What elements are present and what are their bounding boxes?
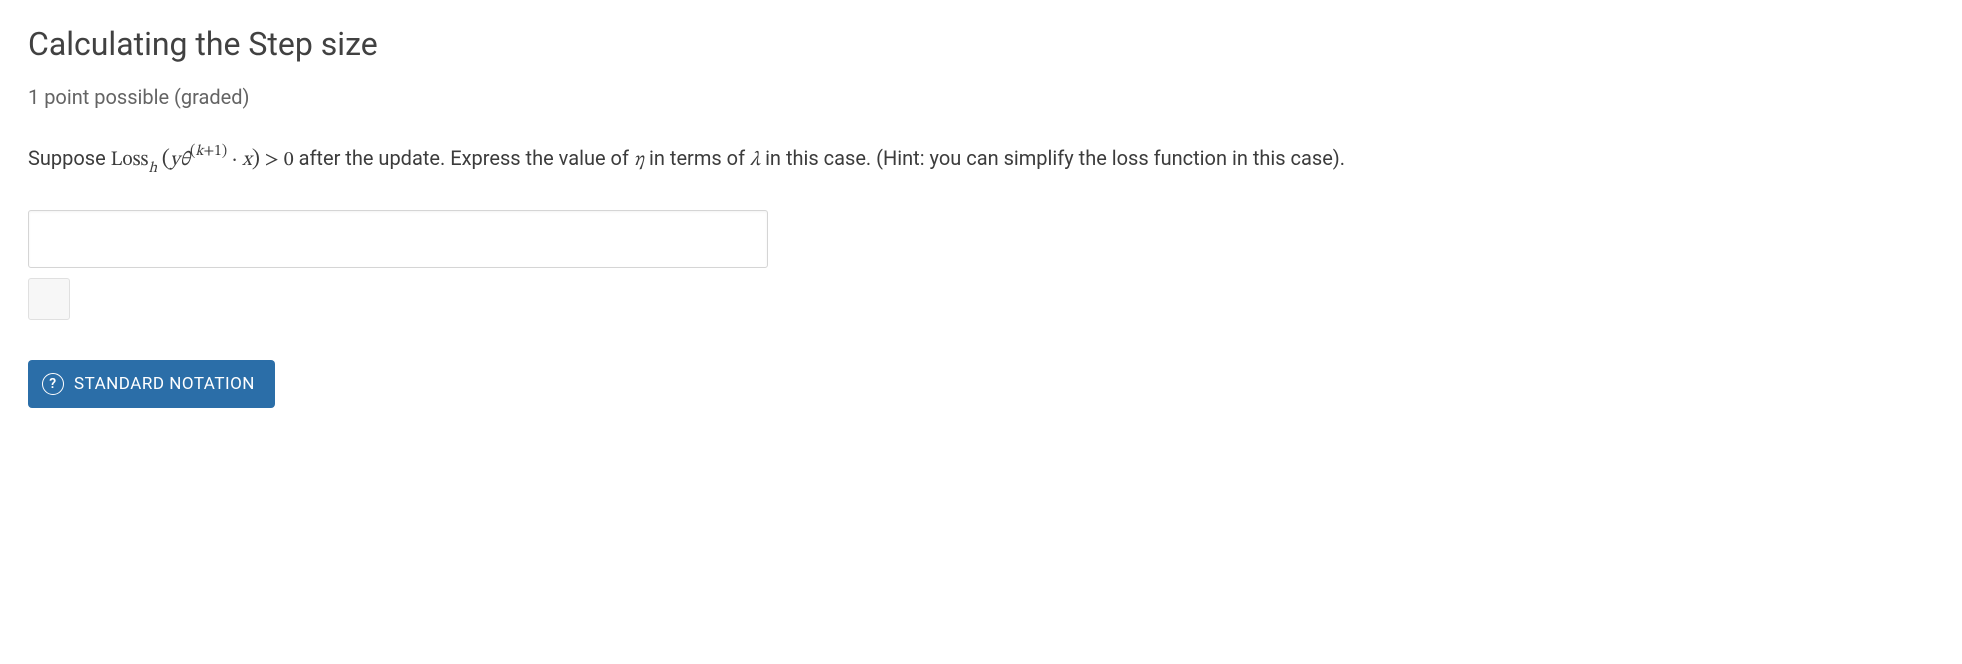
dot-operator: · [227, 150, 242, 170]
loss-subscript: h [148, 161, 157, 176]
standard-notation-button[interactable]: ? STANDARD NOTATION [28, 360, 275, 408]
var-theta: θ [180, 150, 190, 170]
var-y: y [170, 150, 180, 170]
theta-superscript: (k+1) [190, 144, 227, 159]
help-icon: ? [42, 373, 64, 395]
math-expression: Lossh (yθ(k+1) · x) > 0 [111, 150, 294, 170]
question-text: Suppose Lossh (yθ(k+1) · x) > 0 after th… [28, 142, 1934, 178]
question-prefix: Suppose [28, 146, 111, 170]
gt-zero: > 0 [260, 150, 294, 170]
notation-button-label: STANDARD NOTATION [74, 374, 255, 394]
page-title: Calculating the Step size [28, 20, 1934, 68]
answer-input[interactable] [28, 210, 768, 268]
points-label: 1 point possible (graded) [28, 82, 1934, 112]
question-suffix: in this case. (Hint: you can simplify th… [760, 146, 1345, 170]
var-x: x [242, 150, 252, 170]
question-mid2: in terms of [644, 146, 750, 170]
open-paren: ( [162, 148, 170, 171]
var-lambda: λ [750, 150, 760, 170]
question-mid1: after the update. Express the value of [294, 146, 634, 170]
status-box [28, 278, 70, 320]
close-paren: ) [252, 148, 260, 171]
var-eta: η [634, 150, 644, 170]
loss-word: Loss [111, 150, 149, 170]
